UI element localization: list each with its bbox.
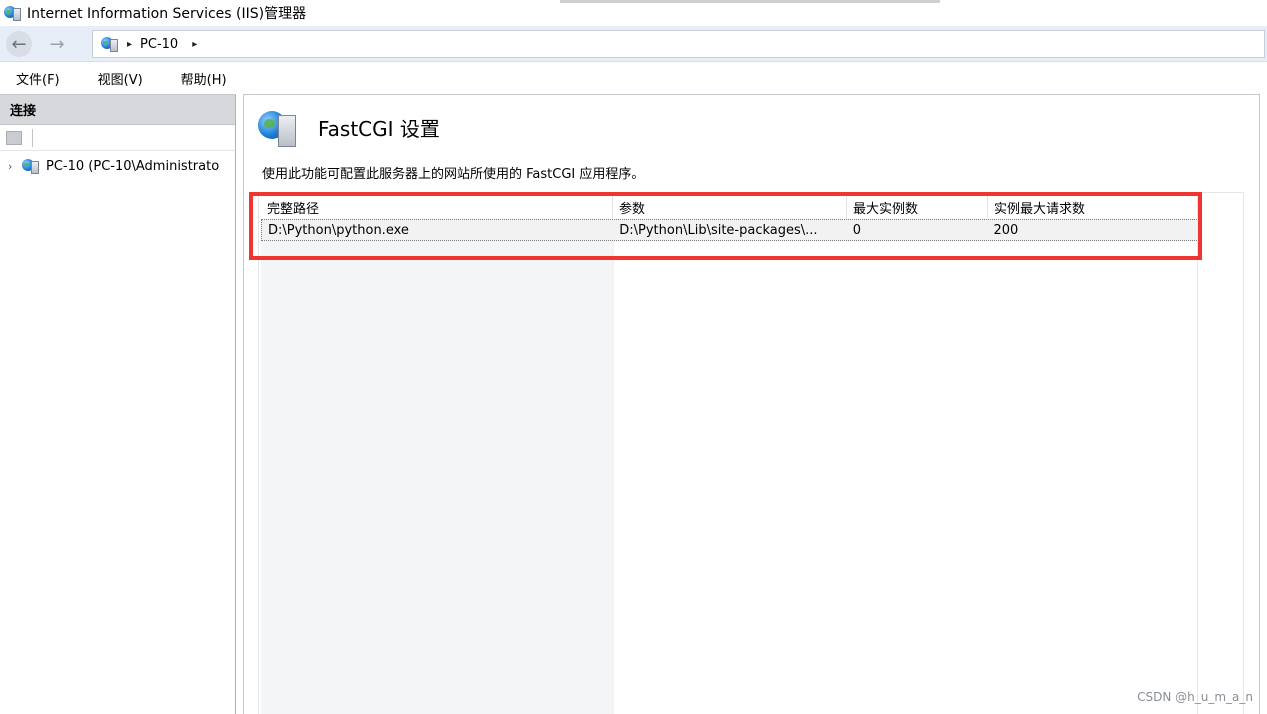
title-bar: Internet Information Services (IIS)管理器 [0,0,1267,26]
forward-button[interactable]: → [44,31,70,57]
fastcgi-icon [258,107,298,147]
feature-header: FastCGI 设置 [258,107,440,147]
back-button[interactable]: ← [6,31,32,57]
watermark: CSDN @h_u_m_a_n [1137,690,1253,704]
cell-arguments: D:\Python\Lib\site-packages\... [619,222,818,238]
connect-icon[interactable] [6,130,22,145]
table-row[interactable]: D:\Python\python.exe D:\Python\Lib\site-… [261,219,1199,241]
cell-instance-max-requests: 200 [993,222,1019,238]
feature-description: 使用此功能可配置此服务器上的网站所使用的 FastCGI 应用程序。 [262,167,645,182]
column-header-max-instances[interactable]: 最大实例数 [847,196,988,218]
breadcrumb-arrow-icon[interactable]: ▸ [127,39,132,50]
menu-help[interactable]: 帮助(H) [175,67,233,90]
feature-pane: FastCGI 设置 使用此功能可配置此服务器上的网站所使用的 FastCGI … [243,94,1260,714]
connections-header: 连接 [0,95,235,125]
connections-toolbar [0,125,235,151]
grid-header: 完整路径 参数 最大实例数 实例最大请求数 [261,196,1199,218]
column-header-arguments[interactable]: 参数 [613,196,847,218]
menu-view[interactable]: 视图(V) [92,67,149,90]
page-title: FastCGI 设置 [318,116,440,141]
address-bar: ← → ▸ PC-10 ▸ [0,26,1267,62]
connections-pane: 连接 › PC-10 (PC-10\Administrato [0,94,236,714]
column-header-instance-max-requests[interactable]: 实例最大请求数 [988,196,1199,218]
expand-chevron-icon[interactable]: › [8,160,22,173]
window-title: Internet Information Services (IIS)管理器 [27,6,307,22]
cell-max-instances: 0 [852,222,862,238]
tree-node-pc-10[interactable]: › PC-10 (PC-10\Administrato [0,153,235,179]
iis-app-icon [4,4,22,22]
cell-full-path: D:\Python\python.exe [268,222,409,238]
server-node-icon [22,157,40,175]
breadcrumb-pc-10[interactable]: PC-10 [140,37,178,52]
fastcgi-grid: 完整路径 参数 最大实例数 实例最大请求数 D:\Python\python.e… [258,192,1244,714]
menu-bar: 文件(F) 视图(V) 帮助(H) [0,63,1267,94]
breadcrumb-arrow-icon[interactable]: ▸ [192,39,197,50]
tree-node-label[interactable]: PC-10 (PC-10\Administrato [46,159,219,174]
forward-arrow-icon: → [49,33,65,55]
address-field[interactable]: ▸ PC-10 ▸ [92,30,1265,58]
menu-file[interactable]: 文件(F) [10,67,66,90]
column-header-full-path[interactable]: 完整路径 [261,196,613,218]
toolbar-separator [32,128,33,147]
back-arrow-icon: ← [11,33,27,55]
server-node-icon [101,35,119,53]
